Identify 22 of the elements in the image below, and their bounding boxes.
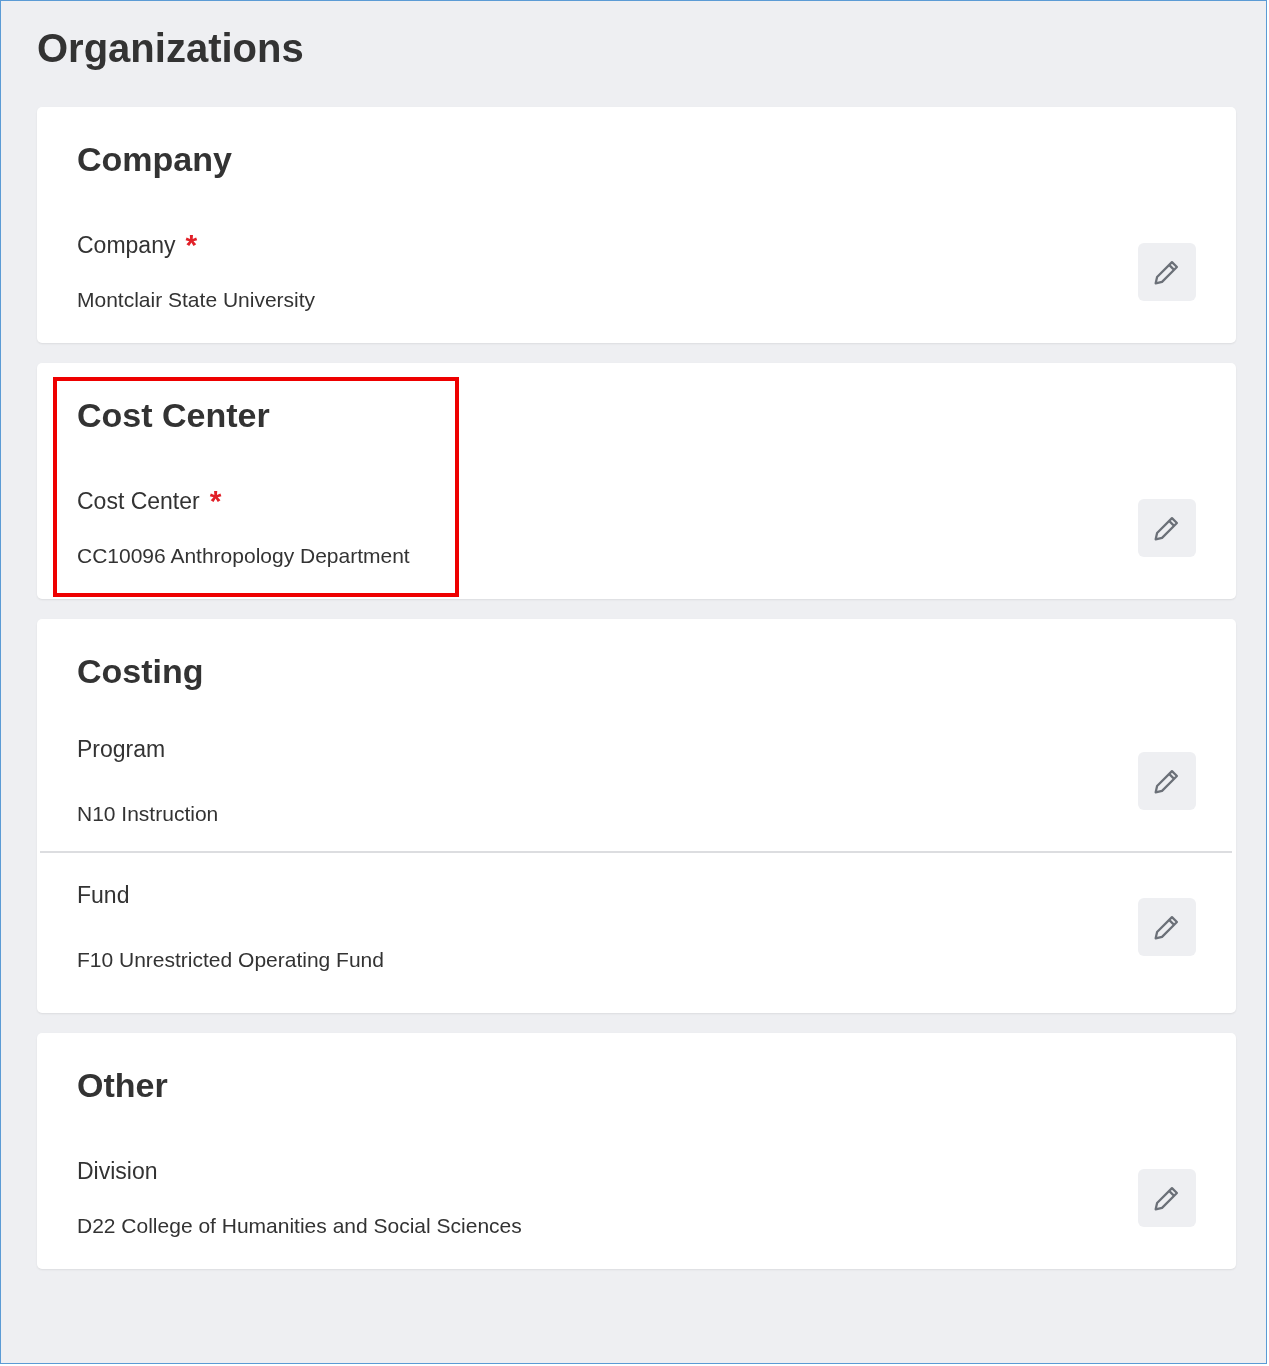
edit-button[interactable]: [1138, 898, 1196, 956]
edit-button[interactable]: [1138, 243, 1196, 301]
field-value: Montclair State University: [77, 287, 316, 313]
edit-button[interactable]: [1138, 752, 1196, 810]
section-heading: Cost Center: [77, 395, 271, 435]
edit-button[interactable]: [1138, 499, 1196, 557]
section-heading: Company: [77, 139, 233, 179]
page-title: Organizations: [37, 25, 305, 72]
required-mark: *: [209, 487, 222, 515]
field-value: D22 College of Humanities and Social Sciences: [77, 1213, 522, 1239]
section-heading: Other: [77, 1065, 169, 1105]
field-label: Program: [77, 735, 166, 763]
field-label: Division: [77, 1157, 158, 1185]
field-value: CC10096 Anthropology Department: [77, 543, 410, 569]
field-label: Cost Center: [77, 487, 200, 515]
section-heading: Costing: [77, 651, 205, 691]
field-label: Company: [77, 231, 176, 259]
edit-button[interactable]: [1138, 1169, 1196, 1227]
field-value: N10 Instruction: [77, 801, 219, 827]
field-label: Fund: [77, 881, 130, 909]
field-value: F10 Unrestricted Operating Fund: [77, 947, 384, 973]
required-mark: *: [185, 231, 198, 259]
